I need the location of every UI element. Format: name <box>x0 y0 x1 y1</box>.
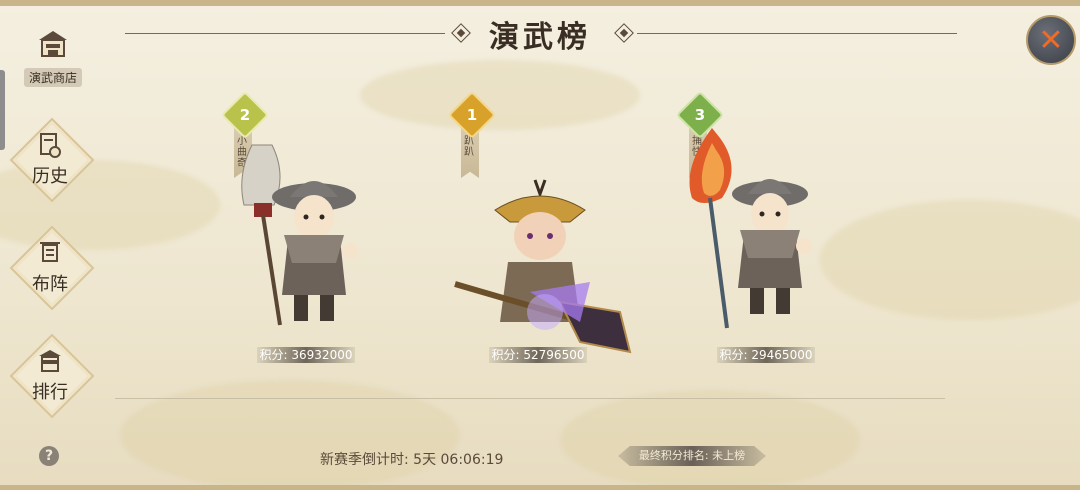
bg-cloud <box>820 200 1080 320</box>
bg-cloud <box>120 380 460 490</box>
character-monk-broom[interactable] <box>232 135 362 335</box>
side-handle[interactable] <box>0 70 5 150</box>
score-label: 积分: 52796500 <box>489 347 587 363</box>
title-ornament-left <box>451 23 471 43</box>
tab-history[interactable]: 历史 <box>9 117 95 203</box>
tab-frame <box>9 225 95 311</box>
tab-formation-label: 布阵 <box>32 274 68 295</box>
player-name: 趴趴 <box>464 136 474 158</box>
bg-cloud <box>560 390 860 490</box>
title-line-left <box>125 33 445 34</box>
character-warrior-spear[interactable] <box>450 172 650 372</box>
character-monk-flame-staff[interactable] <box>682 128 812 338</box>
shop-label: 演武商店 <box>23 68 82 87</box>
tab-ranking-label: 排行 <box>32 382 68 403</box>
banner-formation-icon <box>40 242 60 262</box>
final-rank-badge: 最终积分排名: 未上榜 <box>618 446 766 466</box>
tab-history-label: 历史 <box>32 166 68 187</box>
footer-divider <box>115 398 945 399</box>
close-x-icon: ✕ <box>1038 22 1064 58</box>
shop-house-icon <box>39 31 67 57</box>
rank-medal: 2 <box>220 90 270 140</box>
history-scroll-icon <box>40 133 61 158</box>
close-button[interactable]: ✕ <box>1026 15 1076 65</box>
tab-formation[interactable]: 布阵 <box>9 225 95 311</box>
help-button[interactable]: ? <box>39 446 59 466</box>
ranking-pavilion-icon <box>39 350 61 372</box>
title-line-right <box>637 33 957 34</box>
shop-button[interactable]: 演武商店 <box>18 28 88 88</box>
tab-ranking[interactable]: 排行 <box>9 333 95 419</box>
rank-medal: 1 <box>447 90 497 140</box>
title-ornament-right <box>614 23 634 43</box>
tab-frame <box>9 117 95 203</box>
score-label: 积分: 29465000 <box>717 347 815 363</box>
season-countdown: 新赛季倒计时: 5天 06:06:19 <box>320 452 504 468</box>
game-screen: 演武榜 ✕ 演武商店 历史 布阵 排行 小曲奇 2 积分: 36932000 趴… <box>0 0 1080 490</box>
score-label: 积分: 36932000 <box>257 347 355 363</box>
page-title: 演武榜 <box>489 20 591 55</box>
tab-frame <box>9 333 95 419</box>
